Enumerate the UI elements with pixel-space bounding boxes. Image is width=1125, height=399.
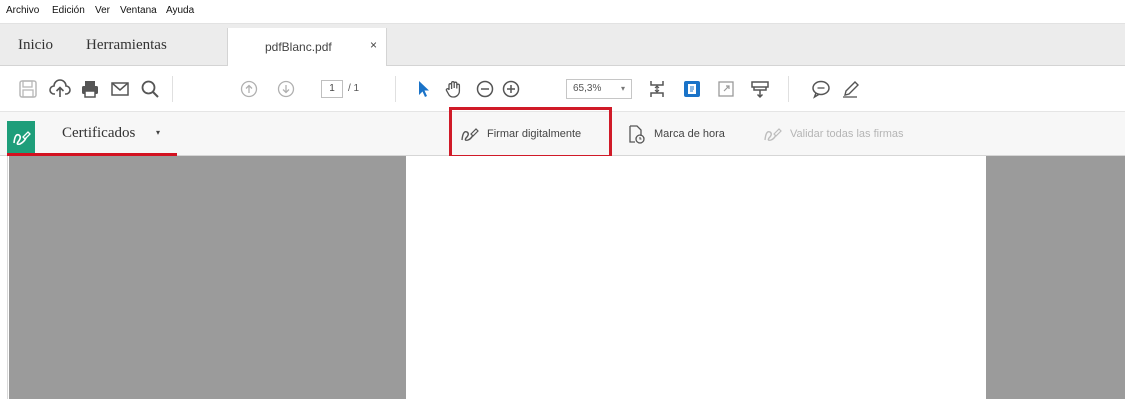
toolbar-divider — [395, 76, 396, 102]
validate-all-signatures-button[interactable]: Validar todas las firmas — [763, 124, 933, 146]
validate-signature-icon — [764, 128, 782, 141]
document-tab-title: pdfBlanc.pdf — [265, 40, 332, 54]
chevron-down-icon[interactable]: ▾ — [156, 128, 160, 137]
main-toolbar: 1 / 1 65,3% ▾ — [0, 66, 1125, 112]
page-up-icon[interactable] — [238, 78, 260, 100]
select-arrow-icon[interactable] — [412, 78, 434, 100]
zoom-level-dropdown[interactable]: 65,3% ▾ — [566, 79, 632, 99]
viewer-background-left — [9, 156, 406, 399]
hand-icon[interactable] — [443, 78, 465, 100]
toolbar-divider — [788, 76, 789, 102]
zoom-level-value: 65,3% — [573, 83, 602, 94]
menu-ayuda[interactable]: Ayuda — [166, 5, 194, 16]
email-icon[interactable] — [109, 78, 131, 100]
upload-cloud-icon[interactable] — [49, 78, 71, 100]
tab-document[interactable]: pdfBlanc.pdf × — [227, 28, 387, 66]
toolbar-divider — [172, 76, 173, 102]
document-viewer[interactable] — [0, 156, 1125, 399]
page-total: / 1 — [348, 83, 360, 94]
highlight-tool-icon[interactable] — [749, 78, 771, 100]
page-number-input[interactable]: 1 — [321, 80, 343, 98]
print-icon[interactable] — [79, 78, 101, 100]
tab-herramientas[interactable]: Herramientas — [86, 37, 167, 54]
comment-icon[interactable] — [810, 78, 832, 100]
menu-bar: Archivo Edición Ver Ventana Ayuda — [0, 0, 1125, 24]
navigation-pane-strip[interactable] — [0, 156, 8, 399]
tab-inicio[interactable]: Inicio — [18, 37, 53, 54]
tab-bar: Inicio Herramientas — [0, 24, 1125, 66]
save-icon[interactable] — [17, 78, 39, 100]
viewer-background-right — [986, 156, 1125, 399]
menu-edicion[interactable]: Edición — [52, 5, 85, 16]
chevron-down-icon: ▾ — [620, 84, 625, 93]
close-tab-icon[interactable]: × — [370, 38, 377, 52]
page-down-icon[interactable] — [275, 78, 297, 100]
menu-archivo[interactable]: Archivo — [6, 5, 39, 16]
timestamp-icon — [629, 125, 645, 144]
pdf-page[interactable] — [406, 156, 986, 399]
scrolling-mode-icon[interactable] — [681, 78, 703, 100]
zoom-out-icon[interactable] — [474, 78, 496, 100]
zoom-in-icon[interactable] — [500, 78, 522, 100]
fit-page-icon[interactable] — [646, 78, 668, 100]
certificates-tool-icon[interactable] — [7, 121, 35, 155]
menu-ver[interactable]: Ver — [95, 5, 110, 16]
timestamp-button[interactable]: Marca de hora — [626, 124, 746, 146]
timestamp-label: Marca de hora — [654, 128, 725, 140]
sign-digitally-highlight — [449, 107, 612, 158]
certificates-menu[interactable]: Certificados — [62, 125, 135, 142]
menu-ventana[interactable]: Ventana — [120, 5, 157, 16]
validate-all-label: Validar todas las firmas — [790, 128, 904, 140]
full-screen-icon[interactable] — [715, 78, 737, 100]
pen-icon[interactable] — [840, 78, 862, 100]
search-icon[interactable] — [139, 78, 161, 100]
